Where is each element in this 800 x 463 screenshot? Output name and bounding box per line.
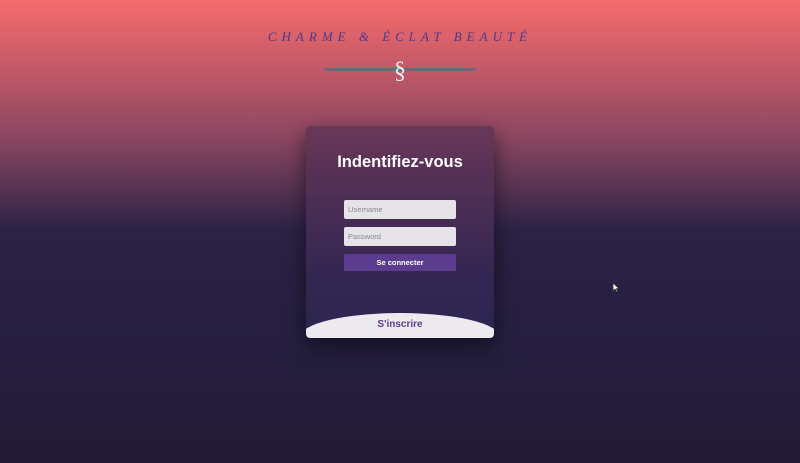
mouse-pointer-icon <box>612 282 620 293</box>
brand-divider: § <box>0 58 800 84</box>
login-title: Indentifiez-vous <box>337 153 463 171</box>
brand-title: CHARME & ÉCLAT BEAUTÉ <box>267 29 533 44</box>
username-input[interactable] <box>344 200 456 219</box>
section-sign-icon: § <box>394 58 406 84</box>
login-card: Indentifiez-vous Se connecter S'inscrire <box>306 126 494 338</box>
signup-button[interactable]: S'inscrire <box>306 313 494 338</box>
login-button[interactable]: Se connecter <box>344 254 456 271</box>
password-input[interactable] <box>344 227 456 246</box>
